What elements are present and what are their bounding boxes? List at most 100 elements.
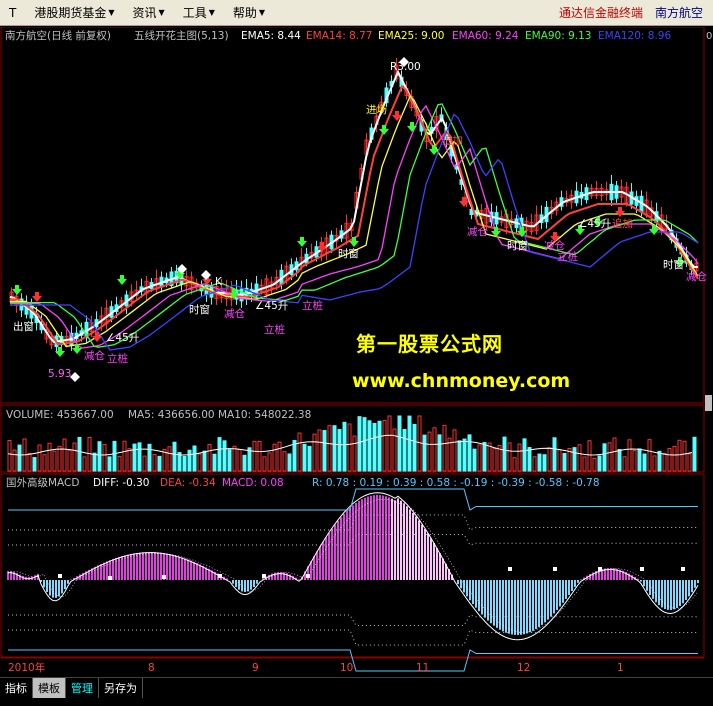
volume-bar <box>112 440 117 472</box>
volume-bar <box>72 442 77 472</box>
volume-bar <box>377 420 382 472</box>
volume-bar <box>502 436 507 472</box>
volume-ma-line <box>7 434 693 456</box>
volume-bar <box>157 455 162 472</box>
macd-dot-marker <box>681 567 685 571</box>
volume-bar <box>187 449 192 472</box>
volume-bar <box>122 440 127 472</box>
volume-bar <box>437 434 442 472</box>
volume-bar <box>132 443 137 472</box>
volume-bar <box>537 453 542 472</box>
volume-bar <box>202 450 207 472</box>
diamond-marker-icon <box>201 270 211 280</box>
volume-bar <box>62 438 67 472</box>
volume-bar <box>52 450 57 472</box>
tab-manage[interactable]: 管理 <box>66 678 99 698</box>
volume-bar <box>172 441 177 472</box>
tab-template[interactable]: 模板 <box>33 678 66 698</box>
volume-bar <box>547 447 552 472</box>
volume-bar <box>562 453 567 472</box>
volume-bar <box>292 439 297 472</box>
signal-label-reduce-2: 减仓 <box>224 307 245 320</box>
macd-r-band <box>8 614 698 626</box>
volume-bar <box>357 416 362 472</box>
signal-label-add-2: 追加 <box>612 217 633 230</box>
volume-bar <box>167 446 172 472</box>
macd-r-band <box>8 629 698 646</box>
volume-bar <box>302 443 307 472</box>
signal-label-stake-3: 立桩 <box>264 323 285 336</box>
volume-bar <box>12 449 17 472</box>
menu-item-t[interactable]: T <box>0 6 25 20</box>
volume-bar <box>557 449 562 472</box>
volume-bar <box>322 430 327 472</box>
menu-item-tools[interactable]: 工具 ▼ <box>174 4 224 21</box>
macd-dot-marker <box>162 575 166 579</box>
k-label: K <box>215 276 223 288</box>
main-panel-frame <box>0 27 705 404</box>
volume-bar <box>587 440 592 472</box>
volume-bar <box>492 448 497 472</box>
macd-dot-marker <box>640 567 644 571</box>
vertical-scroll-thumb[interactable] <box>705 395 712 411</box>
signal-label-reduce-1: 减仓 <box>84 349 105 362</box>
volume-bar <box>117 455 122 472</box>
volume-bar <box>397 415 402 472</box>
volume-bar <box>532 456 537 472</box>
volume-bar <box>477 444 482 472</box>
volume-bar <box>452 429 457 472</box>
signal-label-enter: 进场 <box>366 103 387 116</box>
volume-bar <box>642 453 647 472</box>
volume-bar <box>462 438 467 472</box>
volume-bar <box>17 444 22 472</box>
volume-bar <box>382 419 387 472</box>
volume-bar <box>32 457 37 472</box>
volume-bar <box>147 443 152 472</box>
chevron-down-icon: ▼ <box>208 8 215 17</box>
menu-item-help[interactable]: 帮助 ▼ <box>224 4 274 21</box>
volume-bar <box>207 444 212 472</box>
signal-arrow-icon <box>92 332 102 342</box>
menu-item-hk-futures[interactable]: 港股期货基金 ▼ <box>25 4 123 21</box>
volume-bar <box>612 437 617 472</box>
volume-bar <box>657 450 662 472</box>
chevron-down-icon: ▼ <box>158 8 165 17</box>
time-label-jan: 1 <box>617 662 624 674</box>
volume-bar <box>607 442 612 472</box>
ema-line <box>10 84 699 346</box>
exit-window-label: 出窗 <box>13 320 34 333</box>
time-label-dec: 12 <box>517 662 530 674</box>
volume-bar <box>402 429 407 472</box>
time-label-nov: 11 <box>416 662 429 674</box>
volume-bar <box>297 432 302 472</box>
menu-item-info[interactable]: 资讯 ▼ <box>124 4 174 21</box>
volume-bar <box>482 442 487 472</box>
volume-bar <box>367 420 372 472</box>
angle-label-3: ∠45升 <box>578 218 611 230</box>
volume-bar <box>617 449 622 472</box>
volume-bar <box>182 455 187 472</box>
signal-label-reduce-5: 减仓 <box>686 270 707 283</box>
macd-dot-marker <box>58 574 62 578</box>
volume-bar <box>327 425 332 472</box>
ema120-readout: EMA120: 8.96 <box>598 30 671 42</box>
signal-arrow-icon <box>379 125 389 135</box>
volume-bar <box>332 425 337 472</box>
signal-label-stake-1: 立桩 <box>107 352 128 365</box>
volume-bar <box>647 439 652 472</box>
diamond-marker-icon <box>70 372 80 382</box>
chevron-down-icon: ▼ <box>108 8 115 17</box>
volume-bar <box>287 453 292 472</box>
time-axis: 2010年 8 9 10 11 12 1 <box>8 661 624 674</box>
volume-ma10-readout: MA10: 548022.38 <box>218 409 311 421</box>
tab-indicator[interactable]: 指标 <box>0 678 33 698</box>
volume-bar <box>57 445 62 472</box>
volume-bar <box>682 440 687 472</box>
tab-save-as[interactable]: 另存为 <box>99 678 143 698</box>
volume-bar <box>282 451 287 472</box>
volume-bar <box>362 417 367 472</box>
volume-bar <box>312 433 317 472</box>
volume-bar <box>37 444 42 472</box>
volume-bar <box>602 443 607 472</box>
signal-label-window-3: 时窗 <box>189 303 210 316</box>
